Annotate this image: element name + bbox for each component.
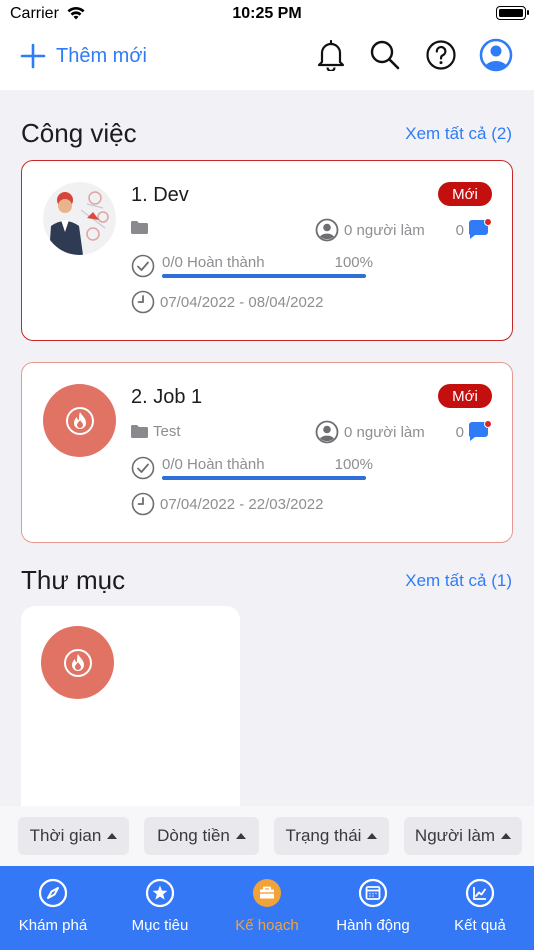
job-workers: 0 người làm (315, 218, 425, 242)
search-button[interactable] (368, 38, 402, 72)
sort-up-icon (501, 833, 512, 839)
job-title: 2. Job 1 (131, 386, 203, 408)
jobs-see-all-link[interactable]: Xem tất cả (2) (405, 124, 512, 144)
sort-up-icon (107, 833, 118, 839)
sort-up-icon (235, 833, 246, 839)
question-icon (426, 40, 456, 70)
filter-bar: Thời gian Dòng tiền Trạng thái Người làm (0, 806, 534, 866)
plus-icon (20, 43, 46, 69)
tab-plan[interactable]: Kế hoạch (214, 878, 320, 934)
new-badge: Mới (438, 182, 492, 206)
clock-icon (131, 290, 155, 314)
flame-icon (65, 406, 94, 435)
tab-results[interactable]: Kết quả (427, 878, 533, 934)
tab-label: Hành động (336, 917, 410, 934)
job-comments-button[interactable]: 0 (456, 420, 492, 444)
person-circle-icon (315, 420, 339, 444)
tab-action[interactable]: Hành động (320, 878, 426, 934)
job-avatar-illustration (43, 182, 116, 255)
battery-icon (496, 6, 529, 20)
add-new-button[interactable]: Thêm mới (20, 42, 147, 70)
sort-up-icon (367, 833, 378, 839)
chart-icon (465, 878, 495, 908)
tab-explore[interactable]: Khám phá (0, 878, 106, 934)
job-card[interactable]: 1. Dev Mới 0 người làm 0 0/0 Hoàn thành … (21, 160, 513, 341)
filter-label: Thời gian (29, 826, 102, 845)
tab-label: Mục tiêu (131, 917, 189, 934)
chat-bubble-icon (468, 420, 492, 441)
folder-icon (131, 425, 148, 438)
briefcase-icon (253, 879, 281, 907)
tab-goals[interactable]: Mục tiêu (107, 878, 213, 934)
tab-label: Kết quả (454, 917, 506, 934)
job-folder-name: Test (153, 423, 181, 440)
job-avatar (43, 384, 116, 457)
job-comments-button[interactable]: 0 (456, 218, 492, 242)
job-card[interactable]: 2. Job 1 Mới Test 0 người làm 0 0/0 Hoàn… (21, 362, 513, 543)
job-workers-label: 0 người làm (344, 221, 425, 239)
jobs-section-title: Công việc (21, 118, 137, 148)
filter-status[interactable]: Trạng thái (274, 817, 389, 855)
job-comments-count: 0 (455, 423, 464, 441)
progress-bar-fill (162, 274, 366, 278)
search-icon (370, 40, 400, 70)
folder-card[interactable] (21, 606, 240, 816)
job-comments-count: 0 (455, 221, 464, 239)
calendar-icon (358, 878, 388, 908)
tab-label: Kế hoạch (235, 917, 299, 934)
check-circle-icon (131, 254, 155, 278)
folders-see-all-link[interactable]: Xem tất cả (1) (405, 571, 512, 591)
compass-icon (38, 878, 68, 908)
progress-bar (162, 274, 366, 278)
progress-bar-fill (162, 476, 366, 480)
clock-icon (131, 492, 155, 516)
progress-label: 0/0 Hoàn thành (162, 456, 265, 473)
job-date-range: 07/04/2022 - 08/04/2022 (160, 293, 324, 311)
job-workers: 0 người làm (315, 420, 425, 444)
notification-button[interactable] (314, 38, 348, 72)
tab-label: Khám phá (18, 917, 88, 934)
job-folder (131, 221, 153, 234)
folders-section-title: Thư mục (21, 565, 126, 595)
chat-bubble-icon (468, 218, 492, 239)
filter-label: Trạng thái (285, 826, 362, 845)
flame-icon (63, 648, 92, 677)
progress-label: 0/0 Hoàn thành (162, 254, 265, 271)
folder-avatar (41, 626, 114, 699)
bell-icon (317, 39, 345, 71)
progress-percent: 100% (334, 254, 373, 271)
help-button[interactable] (424, 38, 458, 72)
top-bar: Thêm mới (0, 30, 534, 90)
status-bar: Carrier 10:25 PM (0, 0, 534, 30)
add-new-label: Thêm mới (56, 44, 147, 67)
person-circle-icon (315, 218, 339, 242)
progress-bar (162, 476, 366, 480)
filter-cashflow[interactable]: Dòng tiền (144, 817, 259, 855)
check-circle-icon (131, 456, 155, 480)
filter-time[interactable]: Thời gian (18, 817, 129, 855)
job-dates: 07/04/2022 - 22/03/2022 (131, 492, 323, 516)
filter-label: Người làm (414, 826, 496, 845)
profile-button[interactable] (479, 38, 513, 72)
folder-icon (131, 221, 148, 234)
progress-percent: 100% (334, 456, 373, 473)
star-icon (145, 878, 175, 908)
tab-bar: Khám phá Mục tiêu Kế hoạch Hành động Kết… (0, 866, 534, 950)
new-badge: Mới (438, 384, 492, 408)
status-time: 10:25 PM (232, 5, 302, 22)
user-avatar-icon (479, 38, 513, 72)
job-title: 1. Dev (131, 184, 189, 206)
filter-label: Dòng tiền (157, 826, 230, 845)
job-date-range: 07/04/2022 - 22/03/2022 (160, 495, 324, 513)
job-folder: Test (131, 423, 181, 440)
filter-assignee[interactable]: Người làm (404, 817, 522, 855)
job-workers-label: 0 người làm (344, 423, 425, 441)
job-dates: 07/04/2022 - 08/04/2022 (131, 290, 323, 314)
